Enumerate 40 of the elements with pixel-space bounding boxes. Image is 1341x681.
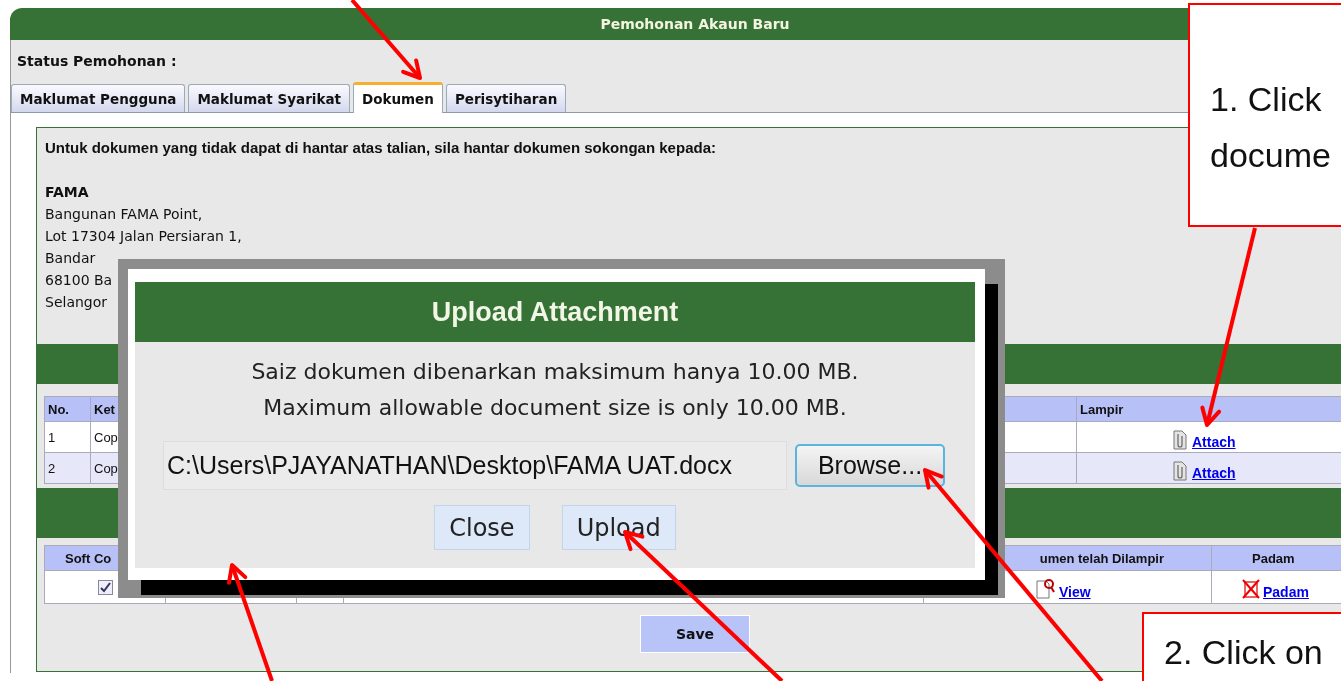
- address-line: Bangunan FAMA Point,: [45, 205, 203, 224]
- status-label: Status Pemohonan :: [17, 53, 177, 69]
- panel-title: Pemohonan Akaun Baru: [600, 16, 790, 32]
- browse-button[interactable]: Browse...: [795, 444, 945, 487]
- address-line: Bandar: [45, 249, 96, 268]
- address-line: Lot 17304 Jalan Persiaran 1,: [45, 227, 242, 246]
- attach-link[interactable]: Attach: [1192, 434, 1236, 450]
- table-header-cell: Padam: [1252, 550, 1295, 566]
- table-cell: Cop: [94, 429, 118, 445]
- table-header-cell: Lampir: [1076, 396, 1341, 422]
- close-button[interactable]: Close: [434, 505, 530, 550]
- address-line: 68100 Ba: [45, 271, 113, 290]
- dialog-title: Upload Attachment: [135, 282, 975, 342]
- table-cell: 2: [48, 460, 56, 476]
- cross-icon: [1242, 578, 1260, 599]
- callout-text: 2. Click on: [1164, 632, 1324, 672]
- tab[interactable]: Dokumen: [353, 82, 443, 113]
- file-path-field[interactable]: C:\Users\PJAYANATHAN\Desktop\FAMA UAT.docx: [163, 441, 787, 490]
- table-cell: 1: [48, 429, 56, 445]
- table-cell: Cop: [94, 460, 118, 476]
- attach-link[interactable]: Attach: [1192, 465, 1236, 481]
- dialog-message: Maximum allowable document size is only 10.00 MB.: [262, 394, 848, 422]
- view-link[interactable]: View: [1059, 584, 1091, 600]
- save-button[interactable]: Save: [640, 615, 750, 653]
- callout-text: 1. Click: [1210, 79, 1323, 120]
- document-search-icon: [1036, 578, 1056, 600]
- tab[interactable]: Perisytiharan: [445, 84, 567, 112]
- organisation-name: FAMA: [45, 183, 89, 202]
- callout-text: docume: [1210, 135, 1332, 176]
- address-line: Selangor: [45, 293, 108, 312]
- instruction-text: Untuk dokumen yang tidak dapat di hantar atas talian, sila hantar dokumen sokongan kepada:: [45, 139, 716, 157]
- tab[interactable]: Maklumat Pengguna: [11, 84, 186, 112]
- delete-link[interactable]: Padam: [1263, 583, 1309, 600]
- document-icon: [1172, 461, 1188, 481]
- dialog-message: Saiz dokumen dibenarkan maksimum hanya 10.00 MB.: [250, 358, 860, 386]
- table-header-cell: umen telah Dilampir: [1039, 550, 1164, 566]
- checkbox[interactable]: [97, 580, 113, 596]
- table-header-cell: No.: [44, 396, 91, 422]
- document-icon: [1172, 430, 1188, 450]
- tab[interactable]: Maklumat Syarikat: [188, 84, 350, 112]
